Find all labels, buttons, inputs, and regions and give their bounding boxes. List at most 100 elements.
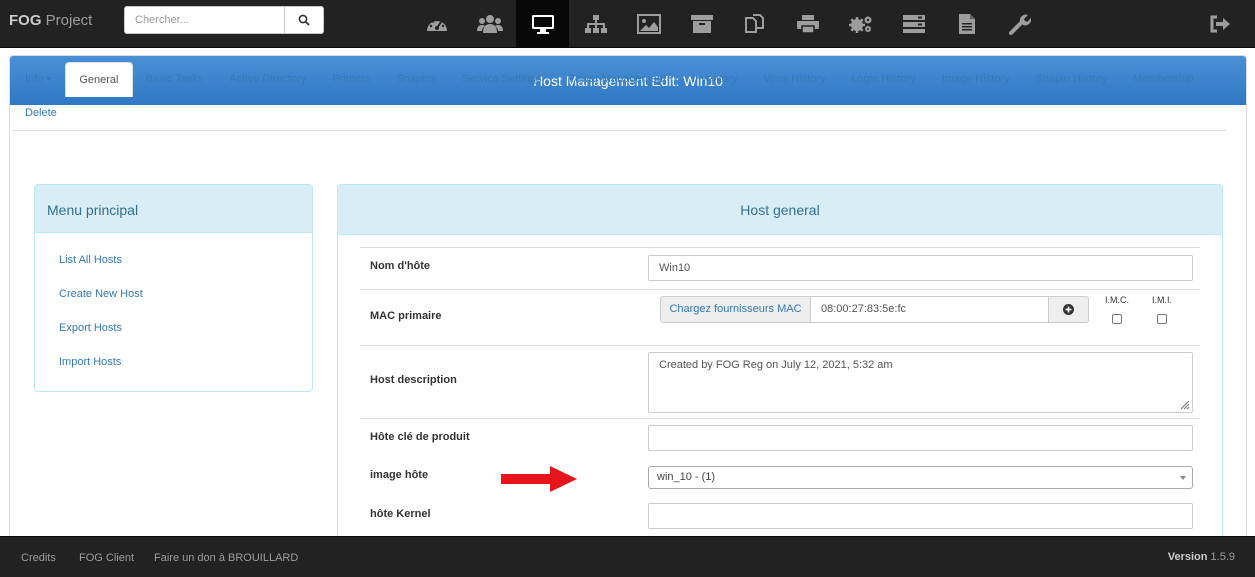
image-label: image hôte — [370, 469, 429, 481]
printers-icon — [796, 15, 819, 34]
tab-membership[interactable]: Membership — [1120, 62, 1207, 96]
hostname-field[interactable]: Win10 — [648, 255, 1193, 281]
tab-service-settings[interactable]: Service Settings — [449, 62, 554, 96]
tab-label: Info — [25, 73, 44, 85]
logout-button[interactable] — [1206, 12, 1234, 36]
tab-basic-tasks[interactable]: Basic Tasks — [133, 62, 217, 96]
brand-logo[interactable]: FOG Project — [9, 12, 92, 29]
nav-reports[interactable] — [940, 0, 993, 48]
nav-images[interactable] — [622, 0, 675, 48]
top-navbar: FOG Project — [0, 0, 1255, 48]
description-textarea[interactable]: Created by FOG Reg on July 12, 2021, 5:3… — [648, 352, 1193, 413]
reports-icon — [958, 14, 975, 34]
host-general-panel: Host general Nom d'hôte Win10 MAC primai… — [337, 184, 1223, 544]
tab-inventory[interactable]: Inventory — [679, 62, 750, 96]
load-mac-vendors-button[interactable]: Chargez fournisseurs MAC — [660, 296, 811, 323]
hostname-label: Nom d'hôte — [370, 260, 431, 272]
menu-title: Menu principal — [35, 185, 312, 233]
imc-column: I.M.C. — [1102, 295, 1132, 324]
red-arrow-annotation — [501, 466, 577, 492]
tasks-icon — [902, 15, 925, 33]
footer-link-donate[interactable]: Faire un don à BROUILLARD — [154, 552, 298, 564]
mac-address-field[interactable]: 08:00:27:83:5e:fc — [811, 296, 1049, 323]
product-key-field[interactable] — [648, 425, 1193, 451]
snapins-icon — [744, 14, 764, 33]
image-select[interactable]: win_10 - (1) — [648, 466, 1193, 489]
image-select-value: win_10 - (1) — [657, 471, 716, 483]
tab-label: Delete — [25, 107, 57, 119]
groups-icon — [584, 15, 607, 33]
hosts-icon — [531, 15, 554, 34]
menu-item-create-new-host[interactable]: Create New Host — [35, 280, 312, 314]
plus-circle-icon — [1063, 304, 1074, 315]
main-nav — [410, 0, 1046, 48]
search-button[interactable] — [285, 6, 324, 34]
tab-label: Virus History — [763, 73, 826, 85]
description-row: Host description Created by FOG Reg on J… — [360, 345, 1200, 418]
menu-item-export-hosts[interactable]: Export Hosts — [35, 314, 312, 348]
tab-image-history[interactable]: Image History — [929, 62, 1023, 96]
search-box — [124, 6, 324, 34]
nav-users[interactable] — [463, 0, 516, 48]
imc-label: I.M.C. — [1105, 295, 1129, 305]
description-text: Created by FOG Reg on July 12, 2021, 5:3… — [659, 359, 893, 371]
nav-dashboard[interactable] — [410, 0, 463, 48]
tab-snapin-history[interactable]: Snapin History — [1022, 62, 1120, 96]
tab-login-history[interactable]: Login History — [838, 62, 928, 96]
nav-printers[interactable] — [781, 0, 834, 48]
tab-label: Snapins — [396, 73, 437, 85]
host-general-title: Host general — [338, 185, 1222, 235]
settings-icon — [848, 16, 871, 33]
menu-item-list-all-hosts[interactable]: List All Hosts — [35, 246, 312, 280]
menu-item-import-hosts[interactable]: Import Hosts — [35, 348, 312, 382]
tab-label: Service Settings — [462, 73, 542, 85]
nav-hosts[interactable] — [516, 0, 569, 48]
mac-row: MAC primaire Chargez fournisseurs MAC 08… — [360, 289, 1200, 345]
tab-active-directory[interactable]: Active Directory — [216, 62, 319, 96]
imi-label: I.M.I. — [1152, 295, 1172, 305]
imi-checkbox[interactable] — [1157, 314, 1167, 324]
tab-virus-history[interactable]: Virus History — [750, 62, 838, 96]
tab-label: Basic Tasks — [145, 73, 204, 85]
kernel-field[interactable] — [648, 503, 1193, 529]
tab-row: Info General Basic Tasks Active Directory Pr… — [12, 62, 1226, 97]
caret-down-icon — [46, 77, 53, 82]
nav-plugins[interactable] — [993, 0, 1046, 48]
mac-label: MAC primaire — [370, 310, 442, 322]
images-icon — [636, 14, 661, 34]
resize-grip-icon[interactable] — [1178, 398, 1190, 410]
search-icon — [298, 14, 310, 26]
nav-settings[interactable] — [834, 0, 887, 48]
footer: Credits FOG Client Faire un don à BROUIL… — [0, 536, 1255, 577]
tab-label: General — [79, 74, 119, 86]
nav-snapins[interactable] — [728, 0, 781, 48]
kernel-row: hôte Kernel — [360, 496, 1200, 541]
imc-checkbox[interactable] — [1112, 314, 1122, 324]
kernel-label: hôte Kernel — [370, 508, 431, 520]
nav-groups[interactable] — [569, 0, 622, 48]
tab-label: Snapin History — [1035, 73, 1108, 85]
chevron-down-icon — [1180, 476, 1186, 480]
footer-link-fog-client[interactable]: FOG Client — [79, 552, 134, 564]
mac-input-group: Chargez fournisseurs MAC 08:00:27:83:5e:… — [660, 296, 1089, 323]
add-mac-button[interactable] — [1049, 296, 1089, 323]
footer-link-credits[interactable]: Credits — [21, 552, 56, 564]
description-label: Host description — [370, 374, 457, 386]
tab-label: Membership — [1133, 73, 1194, 85]
tab-snapins[interactable]: Snapins — [383, 62, 449, 96]
tab-delete[interactable]: Delete — [12, 96, 70, 130]
tab-printers[interactable]: Printers — [319, 62, 383, 96]
tab-label: Printers — [332, 73, 371, 85]
users-icon — [476, 15, 503, 33]
nav-tasks[interactable] — [887, 0, 940, 48]
tab-general[interactable]: General — [65, 62, 133, 97]
plugins-icon — [1008, 14, 1031, 35]
tab-label: Image History — [941, 73, 1010, 85]
tab-row: Delete — [12, 96, 1226, 130]
logout-icon — [1210, 15, 1230, 33]
nav-storage[interactable] — [675, 0, 728, 48]
search-input[interactable] — [124, 6, 285, 34]
dashboard-icon — [426, 18, 447, 31]
tab-power-management[interactable]: Power Management — [555, 62, 679, 96]
tab-info[interactable]: Info — [12, 62, 65, 96]
